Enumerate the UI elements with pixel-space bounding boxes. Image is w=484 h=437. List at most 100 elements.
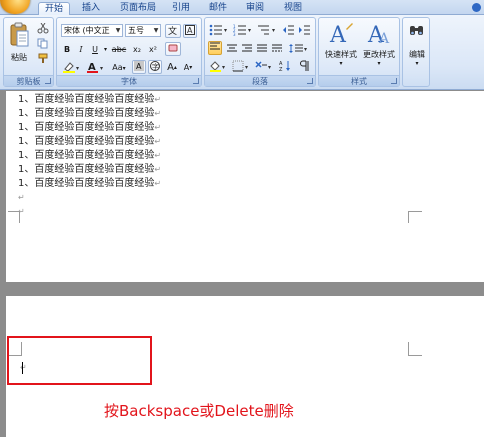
decrease-indent-icon[interactable]: [282, 24, 295, 36]
tab-mailings[interactable]: 邮件: [203, 2, 233, 16]
svg-text:▾: ▾: [222, 64, 225, 71]
paragraph-launcher-icon[interactable]: [307, 78, 313, 84]
help-icon[interactable]: [472, 3, 481, 12]
justify-icon[interactable]: [257, 44, 267, 53]
document-line[interactable]: 1、百度经验百度经验百度经验↵: [18, 178, 161, 190]
italic-button[interactable]: I: [75, 42, 87, 56]
tab-view[interactable]: 视图: [278, 2, 308, 16]
strikethrough-button[interactable]: abc: [110, 42, 128, 56]
font-name-combo[interactable]: 宋体 (中文正 ▼: [61, 24, 123, 37]
document-line[interactable]: 1、百度经验百度经验百度经验↵: [18, 94, 161, 106]
arrow-down-icon: ▾: [189, 64, 193, 71]
change-styles-icon[interactable]: AA: [367, 21, 393, 47]
grow-font-label: A: [167, 62, 174, 73]
clipboard-group: 粘贴 剪贴板: [3, 17, 54, 87]
binoculars-icon[interactable]: [409, 23, 425, 37]
align-left-button[interactable]: [208, 41, 222, 55]
svg-text:▾: ▾: [224, 27, 227, 34]
copy-icon[interactable]: [37, 38, 49, 49]
chevron-down-icon: ▾: [122, 65, 126, 72]
increase-indent-icon[interactable]: [298, 24, 311, 36]
eraser-icon: [168, 44, 178, 52]
enclose-char-icon: 字: [150, 61, 160, 71]
svg-text:3: 3: [233, 32, 236, 36]
paragraph-mark-icon: ↵: [154, 95, 162, 104]
quick-styles-icon[interactable]: A: [328, 21, 354, 47]
subscript-button[interactable]: x₂: [130, 42, 144, 56]
underline-dropdown[interactable]: ▾: [103, 42, 108, 56]
tab-insert[interactable]: 插入: [76, 2, 106, 16]
char-shading-icon: A: [134, 61, 144, 71]
char-border-button[interactable]: A: [183, 24, 197, 38]
office-button[interactable]: [0, 0, 30, 14]
show-formatting-icon[interactable]: [298, 60, 310, 72]
svg-text:▾: ▾: [304, 46, 307, 53]
styles-group: A 快速样式 ▾ AA 更改样式 ▾ 样式: [318, 17, 400, 87]
chinese-layout-icon[interactable]: ▾: [255, 60, 275, 72]
numbering-icon[interactable]: 123 ▾: [233, 24, 255, 36]
svg-text:Z: Z: [279, 67, 283, 72]
font-color-button[interactable]: A ▾: [85, 60, 107, 74]
superscript-button[interactable]: x²: [146, 42, 160, 56]
align-center-icon[interactable]: [227, 44, 237, 53]
highlight-box: [7, 336, 152, 385]
document-line[interactable]: 1、百度经验百度经验百度经验↵: [18, 150, 161, 162]
multilevel-list-icon[interactable]: ▾: [257, 24, 279, 36]
line-spacing-icon[interactable]: ▾: [289, 43, 309, 54]
grow-font-button[interactable]: A▴: [165, 60, 179, 74]
editing-group: 编辑 ▾: [402, 17, 430, 87]
underline-button[interactable]: U: [89, 42, 101, 56]
document-line[interactable]: 1、百度经验百度经验百度经验↵: [18, 108, 161, 120]
align-right-icon[interactable]: [242, 44, 252, 53]
chevron-down-icon[interactable]: ▾: [403, 60, 431, 67]
bold-button[interactable]: B: [61, 42, 73, 56]
char-shading-button[interactable]: A: [132, 60, 146, 74]
svg-text:字: 字: [152, 62, 159, 71]
svg-text:A: A: [329, 23, 347, 47]
paragraph-mark-icon: ↵: [18, 193, 25, 202]
borders-icon[interactable]: ▾: [232, 60, 252, 72]
tab-references[interactable]: 引用: [166, 2, 196, 16]
empty-paragraph[interactable]: ↵: [18, 206, 25, 218]
clear-formatting-button[interactable]: [165, 42, 181, 56]
enclose-char-button[interactable]: 字: [148, 60, 162, 74]
chevron-down-icon[interactable]: ▾: [359, 60, 399, 67]
font-group-label: 字体: [57, 75, 201, 86]
phonetic-guide-icon: 文: [168, 25, 177, 37]
shading-icon[interactable]: ▾: [209, 60, 229, 72]
clipboard-launcher-icon[interactable]: [45, 78, 51, 84]
distributed-icon[interactable]: [272, 44, 282, 53]
bullets-icon[interactable]: ▾: [209, 24, 231, 36]
paste-icon[interactable]: [8, 22, 30, 48]
styles-launcher-icon[interactable]: [391, 78, 397, 84]
document-line[interactable]: 1、百度经验百度经验百度经验↵: [18, 136, 161, 148]
font-size-combo[interactable]: 五号 ▼: [125, 24, 161, 37]
styles-group-label: 样式: [319, 75, 399, 86]
char-border-icon: A: [185, 25, 195, 35]
tab-page-layout[interactable]: 页面布局: [114, 2, 162, 16]
format-painter-icon[interactable]: [37, 53, 49, 64]
svg-text:▾: ▾: [100, 65, 103, 72]
change-case-button[interactable]: Aa▾: [109, 60, 129, 74]
shrink-font-button[interactable]: A▾: [181, 60, 195, 74]
document-line[interactable]: 1、百度经验百度经验百度经验↵: [18, 164, 161, 176]
annotation-caption: 按Backspace或Delete删除: [104, 402, 294, 420]
svg-text:A: A: [136, 62, 142, 71]
highlight-color-button[interactable]: ▾: [61, 60, 83, 74]
document-line[interactable]: 1、百度经验百度经验百度经验↵: [18, 122, 161, 134]
quick-styles-label[interactable]: 快速样式: [321, 49, 361, 60]
chevron-down-icon[interactable]: ▾: [321, 60, 361, 67]
arrow-up-icon: ▴: [173, 64, 177, 71]
editing-label[interactable]: 编辑: [403, 49, 431, 60]
paragraph-mark-icon: ↵: [154, 123, 162, 132]
empty-paragraph[interactable]: ↵: [18, 192, 25, 204]
tab-review[interactable]: 审阅: [240, 2, 270, 16]
phonetic-guide-button[interactable]: 文: [165, 24, 181, 38]
tab-home[interactable]: 开始: [38, 2, 71, 16]
font-launcher-icon[interactable]: [193, 78, 199, 84]
cut-icon[interactable]: [37, 23, 49, 34]
paragraph-group: ▾ 123 ▾ ▾ ▾ ▾ ▾ ▾ A Z 段落: [204, 17, 316, 87]
change-styles-label[interactable]: 更改样式: [359, 49, 399, 60]
paragraph-mark-icon: ↵: [154, 109, 162, 118]
sort-icon[interactable]: AZ: [279, 60, 293, 72]
